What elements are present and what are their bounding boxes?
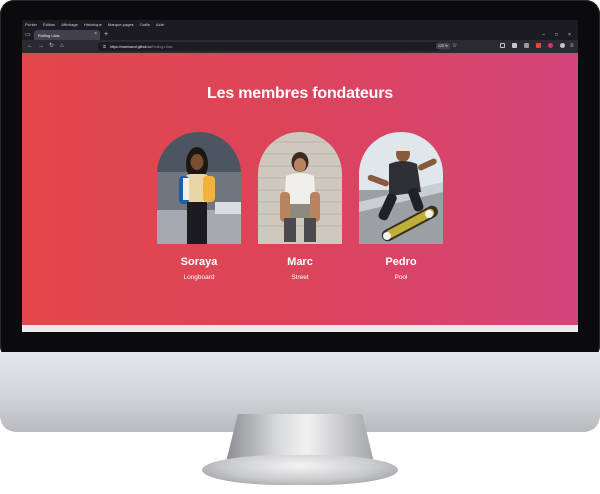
monitor-stand-base	[202, 455, 398, 485]
member-photo-image	[359, 132, 443, 244]
maximize-icon[interactable]: □	[555, 30, 558, 40]
tab-title: Rolling Lilas	[38, 32, 60, 38]
close-window-icon[interactable]: ×	[568, 30, 571, 40]
member-discipline: Longboard	[183, 274, 215, 281]
member-name: Marc	[287, 256, 313, 268]
member-photo	[258, 132, 342, 244]
new-tab-button[interactable]: +	[104, 30, 108, 40]
section-divider	[22, 325, 578, 332]
member-name: Pedro	[385, 256, 417, 268]
url-text: https://marinaxuf.github.io/Rolling-Lila…	[110, 45, 173, 49]
member-photo-image	[258, 132, 342, 244]
member-discipline: Pool	[394, 274, 408, 281]
account-icon[interactable]	[560, 43, 565, 48]
monitor-frame: Fichier Édition Affichage Historique Mar…	[0, 0, 600, 360]
hamburger-menu-icon[interactable]: ≡	[570, 42, 574, 51]
member-photo-image	[157, 132, 241, 244]
member-name: Soraya	[180, 256, 218, 268]
tab-strip: ▭ Rolling Lilas × + – □ ×	[22, 29, 578, 40]
url-host: https://marinaxuf.github.io	[110, 44, 152, 49]
addon-pink-icon[interactable]	[548, 43, 553, 48]
menu-item-edit[interactable]: Édition	[43, 20, 55, 29]
minimize-icon[interactable]: –	[542, 30, 545, 40]
menu-item-tools[interactable]: Outils	[140, 20, 150, 29]
web-page: Les membres fondateurs Soraya Longboard …	[22, 53, 578, 332]
reload-button[interactable]: ↻	[49, 42, 54, 51]
member-discipline: Street	[291, 274, 309, 281]
back-button[interactable]: ←	[27, 42, 33, 51]
page-title: Les membres fondateurs	[207, 85, 393, 102]
menu-item-view[interactable]: Affichage	[61, 20, 78, 29]
pocket-icon[interactable]	[500, 43, 505, 48]
menu-bar: Fichier Édition Affichage Historique Mar…	[22, 20, 578, 29]
menu-item-bookmarks[interactable]: Marque-pages	[108, 20, 134, 29]
lock-icon: ⚿	[103, 44, 107, 49]
address-bar[interactable]: ⚿ https://marinaxuf.github.io/Rolling-Li…	[98, 42, 440, 51]
extension-icon[interactable]	[524, 43, 529, 48]
member-photo	[157, 132, 241, 244]
home-button[interactable]: ⌂	[60, 42, 64, 51]
screen: Fichier Édition Affichage Historique Mar…	[22, 20, 578, 332]
nav-toolbar: ← → ↻ ⌂ ⚿ https://marinaxuf.github.io/Ro…	[22, 40, 578, 53]
member-card: Marc Street	[255, 132, 345, 282]
member-card: Soraya Longboard	[154, 132, 244, 282]
member-photo	[359, 132, 443, 244]
close-tab-icon[interactable]: ×	[94, 31, 97, 37]
menu-item-history[interactable]: Historique	[84, 20, 102, 29]
bookmark-star-icon[interactable]: ☆	[452, 42, 457, 51]
forward-button[interactable]: →	[38, 42, 44, 51]
download-icon[interactable]	[512, 43, 517, 48]
tab-rolling-lilas[interactable]: Rolling Lilas ×	[34, 30, 100, 40]
zoom-level-badge[interactable]: 120 %	[436, 43, 450, 49]
addon-red-icon[interactable]	[536, 43, 541, 48]
list-tabs-icon[interactable]: ▭	[25, 30, 31, 40]
menu-item-file[interactable]: Fichier	[25, 20, 37, 29]
url-path: /Rolling-Lilas/	[151, 44, 173, 49]
member-card: Pedro Pool	[356, 132, 446, 282]
menu-item-help[interactable]: Aide	[156, 20, 164, 29]
